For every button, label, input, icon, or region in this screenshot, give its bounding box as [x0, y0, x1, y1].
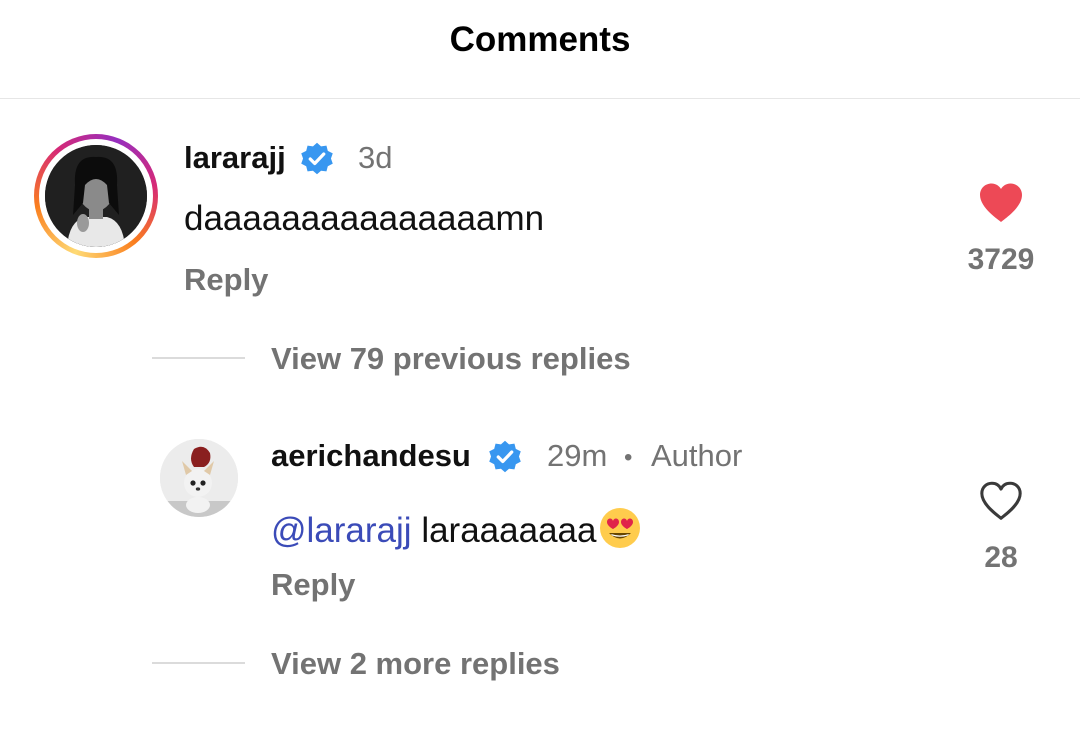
reply-avatar[interactable] — [160, 439, 238, 517]
verified-badge-icon — [489, 440, 521, 473]
replies-divider-line — [152, 357, 245, 359]
reply-like-count: 28 — [984, 541, 1018, 574]
like-count: 3729 — [967, 243, 1035, 276]
comments-header: Comments — [0, 0, 1080, 99]
verified-badge-icon — [301, 142, 333, 175]
view-previous-replies-button[interactable]: View 79 previous replies — [271, 341, 631, 377]
comment-username[interactable]: lararajj — [184, 140, 286, 176]
page-title: Comments — [449, 20, 631, 59]
reply-username[interactable]: aerichandesu — [271, 438, 471, 474]
reply-button[interactable]: Reply — [184, 262, 268, 298]
comments-sheet: Comments lararajj 3d daaaaaaaaaaaaaaamn … — [0, 0, 1080, 733]
author-label: Author — [651, 438, 743, 473]
heart-filled-icon[interactable] — [977, 182, 1025, 224]
avatar — [45, 145, 147, 247]
meta-separator: • — [624, 444, 633, 471]
avatar-story-ring[interactable] — [34, 134, 158, 258]
view-more-replies-button[interactable]: View 2 more replies — [271, 646, 560, 682]
reply-body-text: laraaaaaaa — [421, 511, 597, 550]
comment-text: daaaaaaaaaaaaaaamn — [184, 199, 545, 238]
heart-eyes-emoji-icon — [600, 508, 641, 548]
replies-divider-line — [152, 662, 245, 664]
comment-timestamp: 3d — [358, 140, 393, 175]
heart-outline-icon[interactable] — [978, 480, 1024, 522]
user-mention-link[interactable]: @lararajj — [271, 511, 412, 550]
reply-text: @lararajj laraaaaaaa — [271, 506, 642, 551]
reply-button[interactable]: Reply — [271, 567, 355, 603]
reply-timestamp: 29m — [547, 438, 608, 473]
